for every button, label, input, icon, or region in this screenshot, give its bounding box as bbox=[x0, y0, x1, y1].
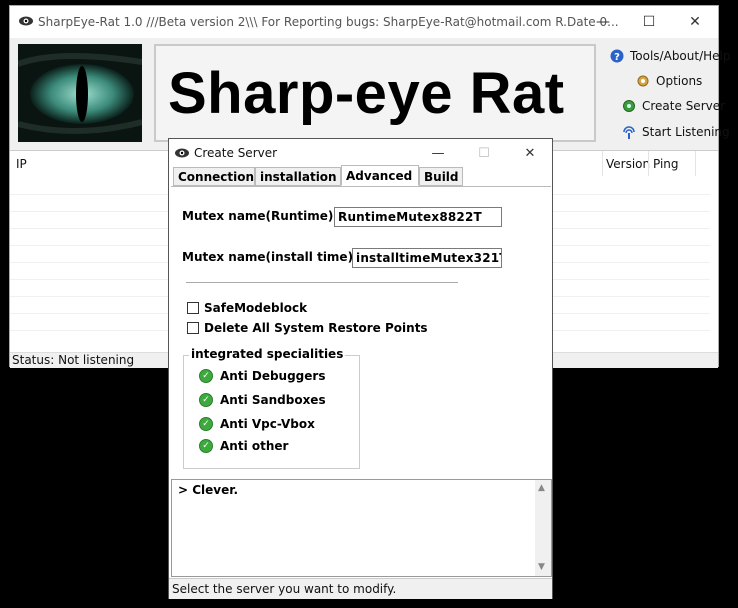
column-header-ping[interactable]: Ping bbox=[653, 157, 679, 171]
main-window-title: SharpEye-Rat 1.0 ///Beta version 2\\\ Fo… bbox=[38, 15, 619, 29]
gear-green-icon bbox=[623, 100, 635, 112]
minimize-button[interactable]: — bbox=[580, 6, 626, 38]
speciality-label: Anti Vpc-Vbox bbox=[220, 417, 315, 431]
log-textbox[interactable]: > Clever. ▲ ▼ bbox=[171, 479, 552, 577]
tools-about-help-label: Tools/About/Help bbox=[630, 49, 731, 63]
dialog-minimize-button[interactable]: — bbox=[415, 139, 461, 167]
column-header-ip[interactable]: IP bbox=[16, 157, 27, 171]
eye-icon bbox=[175, 148, 189, 158]
speciality-label: Anti Debuggers bbox=[220, 369, 326, 383]
log-text: > Clever. bbox=[178, 483, 239, 497]
scroll-up-icon[interactable]: ▲ bbox=[538, 483, 545, 493]
checkbox-box[interactable] bbox=[187, 322, 199, 334]
dialog-status-text: Select the server you want to modify. bbox=[172, 582, 397, 596]
speciality-label: Anti other bbox=[220, 439, 289, 453]
column-divider bbox=[695, 151, 696, 176]
check-ok-icon: ✓ bbox=[199, 369, 213, 383]
mutex-runtime-label: Mutex name(Runtime): bbox=[182, 209, 339, 223]
close-button[interactable]: ✕ bbox=[672, 6, 718, 38]
eye-icon bbox=[19, 16, 33, 26]
delete-restore-points-label: Delete All System Restore Points bbox=[204, 321, 428, 335]
specialities-group-title: integrated specialities bbox=[189, 347, 346, 361]
check-ok-icon: ✓ bbox=[199, 393, 213, 407]
tools-about-help-button[interactable]: ? Tools/About/Help bbox=[610, 46, 730, 66]
banner-text: Sharp-eye Rat bbox=[168, 61, 565, 126]
start-listening-label: Start Listening bbox=[642, 125, 730, 139]
options-button[interactable]: Options bbox=[636, 71, 702, 91]
create-server-button[interactable]: Create Server bbox=[622, 96, 725, 116]
rat-eye-logo bbox=[18, 44, 142, 142]
tab-strip: Connection installation Advanced Build bbox=[171, 165, 551, 187]
check-ok-icon: ✓ bbox=[199, 417, 213, 431]
tab-build[interactable]: Build bbox=[419, 167, 463, 186]
dialog-title: Create Server bbox=[194, 146, 278, 160]
dialog-close-button[interactable]: ✕ bbox=[507, 139, 553, 167]
safemodeblock-label: SafeModeblock bbox=[204, 301, 308, 315]
tab-advanced[interactable]: Advanced bbox=[341, 165, 419, 186]
options-label: Options bbox=[656, 74, 703, 88]
column-divider bbox=[602, 151, 603, 176]
mutex-install-label: Mutex name(install time): bbox=[182, 250, 358, 264]
speciality-anti-vpc-vbox: ✓ Anti Vpc-Vbox bbox=[199, 415, 315, 433]
create-server-label: Create Server bbox=[642, 99, 726, 113]
maximize-button[interactable]: ☐ bbox=[626, 6, 672, 38]
main-titlebar: SharpEye-Rat 1.0 ///Beta version 2\\\ Fo… bbox=[10, 6, 718, 38]
delete-restore-points-checkbox[interactable]: Delete All System Restore Points bbox=[187, 321, 428, 335]
mutex-runtime-input[interactable]: RuntimeMutex8822T bbox=[334, 207, 502, 227]
tab-installation[interactable]: installation bbox=[255, 167, 341, 186]
column-header-version[interactable]: Version bbox=[606, 157, 650, 171]
dialog-maximize-button[interactable]: ☐ bbox=[461, 139, 507, 167]
speciality-label: Anti Sandboxes bbox=[220, 393, 326, 407]
column-divider bbox=[648, 151, 649, 176]
banner-title: Sharp-eye Rat bbox=[154, 44, 596, 142]
speciality-anti-other: ✓ Anti other bbox=[199, 437, 288, 455]
gear-icon bbox=[637, 75, 649, 87]
svg-text:?: ? bbox=[614, 52, 620, 63]
main-status-text: Status: Not listening bbox=[12, 353, 135, 367]
safemodeblock-checkbox[interactable]: SafeModeblock bbox=[187, 301, 307, 315]
log-scrollbar[interactable]: ▲ ▼ bbox=[535, 480, 551, 576]
tab-connection[interactable]: Connection bbox=[173, 167, 255, 186]
dialog-status-bar: Select the server you want to modify. bbox=[169, 578, 552, 599]
start-listening-button[interactable]: Start Listening bbox=[622, 122, 730, 142]
speciality-anti-sandboxes: ✓ Anti Sandboxes bbox=[199, 391, 326, 409]
create-server-dialog: Create Server — ☐ ✕ Connection installat… bbox=[168, 138, 553, 599]
separator bbox=[186, 282, 458, 283]
help-icon: ? bbox=[610, 49, 624, 63]
check-ok-icon: ✓ bbox=[199, 439, 213, 453]
mutex-install-input[interactable]: installtimeMutex321T bbox=[352, 248, 502, 268]
antenna-icon bbox=[623, 126, 635, 139]
speciality-anti-debuggers: ✓ Anti Debuggers bbox=[199, 367, 325, 385]
scroll-down-icon[interactable]: ▼ bbox=[538, 562, 545, 572]
advanced-tab-panel: Mutex name(Runtime): RuntimeMutex8822T M… bbox=[171, 186, 551, 477]
checkbox-box[interactable] bbox=[187, 302, 199, 314]
dialog-titlebar: Create Server — ☐ ✕ bbox=[169, 139, 552, 167]
